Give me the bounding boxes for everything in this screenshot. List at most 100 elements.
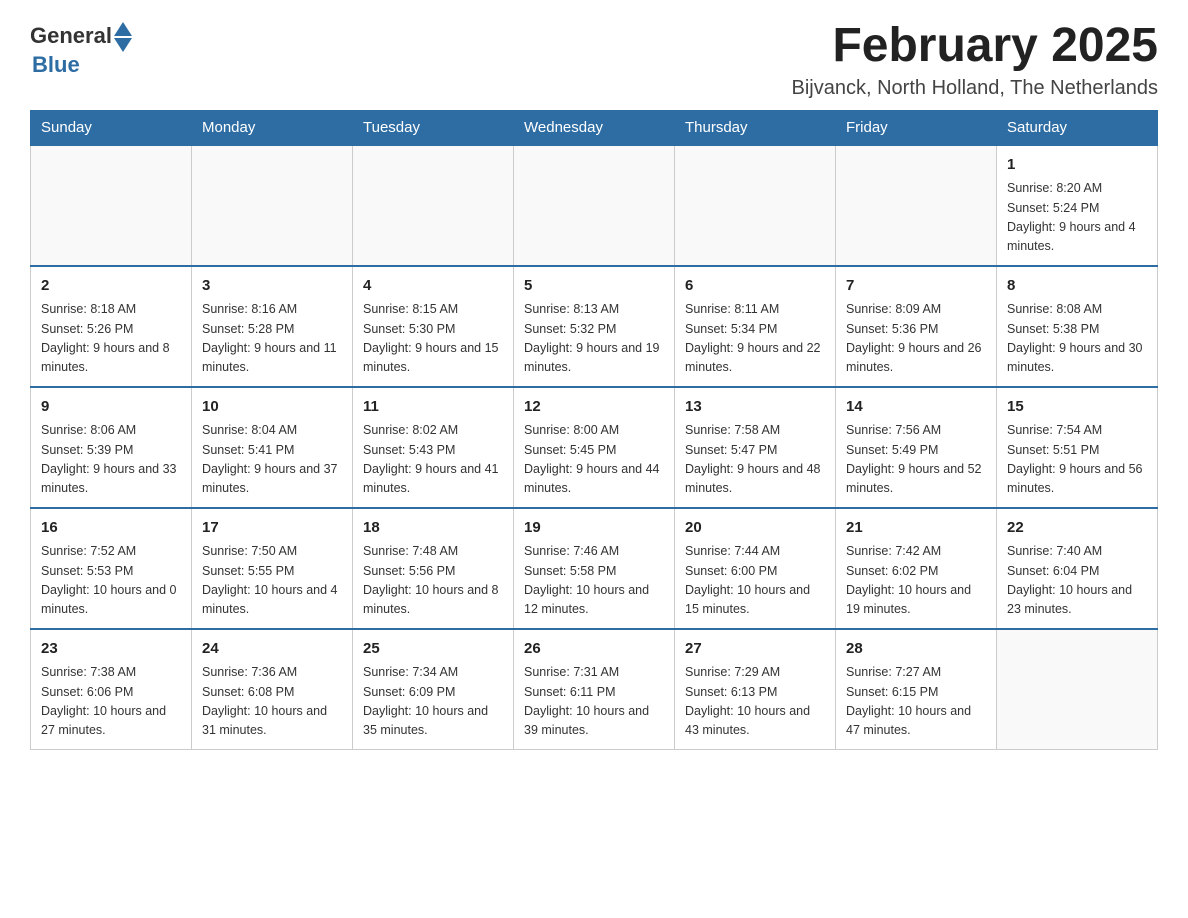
day-number: 3 [202,275,342,298]
table-row: 27Sunrise: 7:29 AMSunset: 6:13 PMDayligh… [675,629,836,750]
logo-triangle-up [114,22,132,36]
table-row: 12Sunrise: 8:00 AMSunset: 5:45 PMDayligh… [514,387,675,508]
day-number: 5 [524,275,664,298]
logo-general-text: General [30,23,112,49]
table-row [836,145,997,266]
day-number: 1 [1007,154,1147,177]
day-info: Sunrise: 8:20 AMSunset: 5:24 PMDaylight:… [1007,179,1147,257]
logo-triangle-down [114,38,132,52]
table-row: 8Sunrise: 8:08 AMSunset: 5:38 PMDaylight… [997,266,1158,387]
table-row: 22Sunrise: 7:40 AMSunset: 6:04 PMDayligh… [997,508,1158,629]
day-info: Sunrise: 8:11 AMSunset: 5:34 PMDaylight:… [685,300,825,378]
calendar-week-row: 1Sunrise: 8:20 AMSunset: 5:24 PMDaylight… [31,145,1158,266]
logo-blue-text: Blue [32,52,80,78]
day-info: Sunrise: 8:04 AMSunset: 5:41 PMDaylight:… [202,421,342,499]
day-number: 10 [202,396,342,419]
day-number: 21 [846,517,986,540]
day-info: Sunrise: 8:15 AMSunset: 5:30 PMDaylight:… [363,300,503,378]
day-number: 12 [524,396,664,419]
table-row: 10Sunrise: 8:04 AMSunset: 5:41 PMDayligh… [192,387,353,508]
day-number: 23 [41,638,181,661]
day-info: Sunrise: 7:46 AMSunset: 5:58 PMDaylight:… [524,542,664,620]
day-number: 14 [846,396,986,419]
day-info: Sunrise: 7:40 AMSunset: 6:04 PMDaylight:… [1007,542,1147,620]
table-row: 25Sunrise: 7:34 AMSunset: 6:09 PMDayligh… [353,629,514,750]
day-number: 15 [1007,396,1147,419]
day-number: 4 [363,275,503,298]
day-info: Sunrise: 8:18 AMSunset: 5:26 PMDaylight:… [41,300,181,378]
calendar-week-row: 16Sunrise: 7:52 AMSunset: 5:53 PMDayligh… [31,508,1158,629]
table-row [675,145,836,266]
day-number: 13 [685,396,825,419]
day-info: Sunrise: 7:54 AMSunset: 5:51 PMDaylight:… [1007,421,1147,499]
table-row: 16Sunrise: 7:52 AMSunset: 5:53 PMDayligh… [31,508,192,629]
table-row: 2Sunrise: 8:18 AMSunset: 5:26 PMDaylight… [31,266,192,387]
day-info: Sunrise: 8:09 AMSunset: 5:36 PMDaylight:… [846,300,986,378]
day-info: Sunrise: 7:44 AMSunset: 6:00 PMDaylight:… [685,542,825,620]
table-row: 1Sunrise: 8:20 AMSunset: 5:24 PMDaylight… [997,145,1158,266]
day-number: 19 [524,517,664,540]
header-saturday: Saturday [997,110,1158,145]
day-info: Sunrise: 7:50 AMSunset: 5:55 PMDaylight:… [202,542,342,620]
header-tuesday: Tuesday [353,110,514,145]
day-number: 17 [202,517,342,540]
day-info: Sunrise: 8:00 AMSunset: 5:45 PMDaylight:… [524,421,664,499]
day-number: 8 [1007,275,1147,298]
day-number: 16 [41,517,181,540]
day-info: Sunrise: 8:08 AMSunset: 5:38 PMDaylight:… [1007,300,1147,378]
table-row: 19Sunrise: 7:46 AMSunset: 5:58 PMDayligh… [514,508,675,629]
day-info: Sunrise: 8:06 AMSunset: 5:39 PMDaylight:… [41,421,181,499]
day-number: 18 [363,517,503,540]
day-info: Sunrise: 7:34 AMSunset: 6:09 PMDaylight:… [363,663,503,741]
table-row: 17Sunrise: 7:50 AMSunset: 5:55 PMDayligh… [192,508,353,629]
day-number: 27 [685,638,825,661]
table-row [997,629,1158,750]
title-section: February 2025 Bijvanck, North Holland, T… [792,20,1158,100]
weekday-header-row: Sunday Monday Tuesday Wednesday Thursday… [31,110,1158,145]
table-row: 7Sunrise: 8:09 AMSunset: 5:36 PMDaylight… [836,266,997,387]
day-number: 24 [202,638,342,661]
day-number: 7 [846,275,986,298]
day-info: Sunrise: 7:29 AMSunset: 6:13 PMDaylight:… [685,663,825,741]
table-row: 15Sunrise: 7:54 AMSunset: 5:51 PMDayligh… [997,387,1158,508]
table-row: 23Sunrise: 7:38 AMSunset: 6:06 PMDayligh… [31,629,192,750]
table-row: 24Sunrise: 7:36 AMSunset: 6:08 PMDayligh… [192,629,353,750]
table-row [353,145,514,266]
table-row: 9Sunrise: 8:06 AMSunset: 5:39 PMDaylight… [31,387,192,508]
day-number: 28 [846,638,986,661]
table-row: 28Sunrise: 7:27 AMSunset: 6:15 PMDayligh… [836,629,997,750]
day-info: Sunrise: 7:27 AMSunset: 6:15 PMDaylight:… [846,663,986,741]
table-row: 4Sunrise: 8:15 AMSunset: 5:30 PMDaylight… [353,266,514,387]
day-info: Sunrise: 8:13 AMSunset: 5:32 PMDaylight:… [524,300,664,378]
day-number: 2 [41,275,181,298]
table-row [31,145,192,266]
calendar-table: Sunday Monday Tuesday Wednesday Thursday… [30,110,1158,750]
day-number: 11 [363,396,503,419]
day-info: Sunrise: 8:02 AMSunset: 5:43 PMDaylight:… [363,421,503,499]
day-info: Sunrise: 7:38 AMSunset: 6:06 PMDaylight:… [41,663,181,741]
header-wednesday: Wednesday [514,110,675,145]
table-row: 14Sunrise: 7:56 AMSunset: 5:49 PMDayligh… [836,387,997,508]
table-row: 26Sunrise: 7:31 AMSunset: 6:11 PMDayligh… [514,629,675,750]
day-number: 22 [1007,517,1147,540]
calendar-week-row: 9Sunrise: 8:06 AMSunset: 5:39 PMDaylight… [31,387,1158,508]
header-thursday: Thursday [675,110,836,145]
calendar-week-row: 2Sunrise: 8:18 AMSunset: 5:26 PMDaylight… [31,266,1158,387]
table-row: 6Sunrise: 8:11 AMSunset: 5:34 PMDaylight… [675,266,836,387]
day-info: Sunrise: 7:52 AMSunset: 5:53 PMDaylight:… [41,542,181,620]
day-number: 25 [363,638,503,661]
day-info: Sunrise: 7:58 AMSunset: 5:47 PMDaylight:… [685,421,825,499]
header-monday: Monday [192,110,353,145]
header-sunday: Sunday [31,110,192,145]
location-subtitle: Bijvanck, North Holland, The Netherlands [792,77,1158,100]
table-row: 13Sunrise: 7:58 AMSunset: 5:47 PMDayligh… [675,387,836,508]
table-row [514,145,675,266]
day-info: Sunrise: 7:31 AMSunset: 6:11 PMDaylight:… [524,663,664,741]
day-info: Sunrise: 8:16 AMSunset: 5:28 PMDaylight:… [202,300,342,378]
table-row: 3Sunrise: 8:16 AMSunset: 5:28 PMDaylight… [192,266,353,387]
day-info: Sunrise: 7:42 AMSunset: 6:02 PMDaylight:… [846,542,986,620]
calendar-week-row: 23Sunrise: 7:38 AMSunset: 6:06 PMDayligh… [31,629,1158,750]
table-row [192,145,353,266]
logo: General Blue [30,20,132,78]
day-number: 26 [524,638,664,661]
